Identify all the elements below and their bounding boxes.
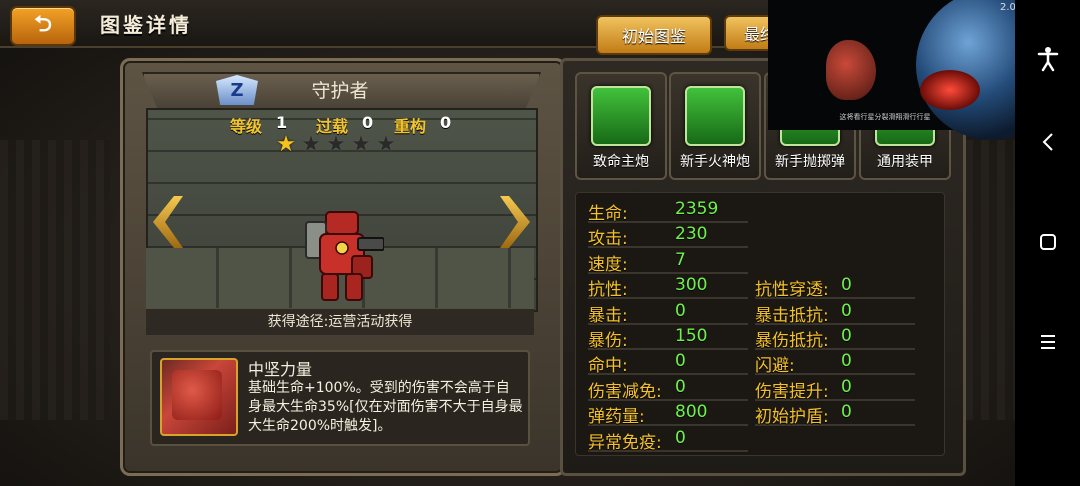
- attribute-label: 伤害减免:: [588, 381, 662, 402]
- attribute-label: 命中:: [588, 356, 628, 377]
- attribute-value: 0: [841, 300, 852, 321]
- attribute-value: 0: [841, 376, 852, 397]
- video-caption: 这将看行星分裂滑翔滑行行星: [839, 113, 931, 121]
- home-icon[interactable]: [1032, 226, 1064, 258]
- star-icon: ★: [351, 132, 371, 157]
- gatling-icon: [685, 86, 745, 146]
- attribute-label: 伤害提升:: [755, 381, 829, 402]
- skill-mech-icon: [172, 370, 222, 420]
- page-title: 图鉴详情: [100, 13, 192, 37]
- attribute-label: 暴伤抵抗:: [755, 331, 829, 351]
- rebuild-value: 0: [440, 113, 452, 132]
- star-icon: ★: [326, 132, 346, 157]
- attribute-label: 暴击:: [588, 305, 628, 326]
- attribute-label: 暴伤:: [588, 331, 628, 351]
- attribute-label: 暴击抵抗:: [755, 305, 829, 326]
- right-wall-decoration: [965, 140, 1015, 420]
- attribute-value: 230: [675, 224, 708, 245]
- attribute-label: 抗性:: [588, 280, 628, 301]
- attribute-label: 攻击:: [588, 229, 628, 250]
- attribute-value: 150: [675, 326, 708, 346]
- cannon-icon: [591, 86, 651, 146]
- tab-initial-codex[interactable]: 初始图鉴: [596, 15, 712, 55]
- attribute-value: 800: [675, 402, 708, 423]
- attribute-value: 2359: [675, 199, 719, 219]
- weapon-label-2: 新手火神炮: [680, 154, 750, 170]
- attribute-value: 0: [841, 326, 852, 346]
- attribute-value: 0: [841, 275, 852, 296]
- star-icon: ★: [276, 132, 296, 157]
- attribute-value: 0: [675, 427, 686, 448]
- skill-title: 中坚力量: [248, 360, 313, 379]
- attribute-label: 生命:: [588, 204, 628, 224]
- menu-icon[interactable]: [1032, 326, 1064, 358]
- attribute-label: 初始护盾:: [755, 407, 829, 428]
- attribute-label: 抗性穿透:: [755, 280, 829, 301]
- attribute-label: 速度:: [588, 254, 628, 275]
- rank-badge-icon: Z: [216, 75, 258, 105]
- rebuild-label: 重构: [394, 117, 427, 136]
- attribute-value: 0: [841, 402, 852, 423]
- accessibility-icon[interactable]: [1032, 42, 1064, 74]
- attribute-value: 0: [675, 351, 686, 372]
- star-icon: ★: [376, 132, 396, 157]
- asteroid-image: [826, 40, 876, 100]
- overload-value: 0: [362, 113, 374, 132]
- attribute-label: 闪避:: [755, 356, 795, 377]
- level-value: 1: [276, 113, 288, 132]
- back-icon[interactable]: [1032, 126, 1064, 158]
- level-label: 等级: [230, 117, 263, 136]
- weapon-label-1: 致命主炮: [593, 154, 649, 170]
- attribute-value: 7: [675, 249, 686, 270]
- mech-name: 守护者: [311, 80, 369, 102]
- mech-portrait: [305, 211, 384, 301]
- attribute-value: 0: [841, 351, 852, 372]
- attribute-value: 0: [675, 300, 686, 321]
- weapon-label-3: 新手抛掷弹: [775, 154, 845, 170]
- attribute-label: 弹药量:: [588, 407, 645, 428]
- back-button[interactable]: ⮌: [10, 6, 76, 46]
- impact-glow: [920, 70, 980, 110]
- back-arrow-icon: ⮌: [34, 12, 52, 37]
- acquisition-source: 获得途径:运营活动获得: [146, 308, 534, 335]
- attribute-value: 300: [675, 275, 708, 296]
- left-wall-decoration: [0, 140, 110, 420]
- skill-description: 基础生命+100%。受到的伤害不会高于自身最大生命35%[仅在对面伤害不大于自身…: [248, 380, 523, 434]
- star-icon: ★: [301, 132, 321, 157]
- attribute-value: 0: [675, 376, 686, 397]
- weapon-label-4: 通用装甲: [877, 154, 933, 170]
- attribute-label: 异常免疫:: [588, 432, 662, 453]
